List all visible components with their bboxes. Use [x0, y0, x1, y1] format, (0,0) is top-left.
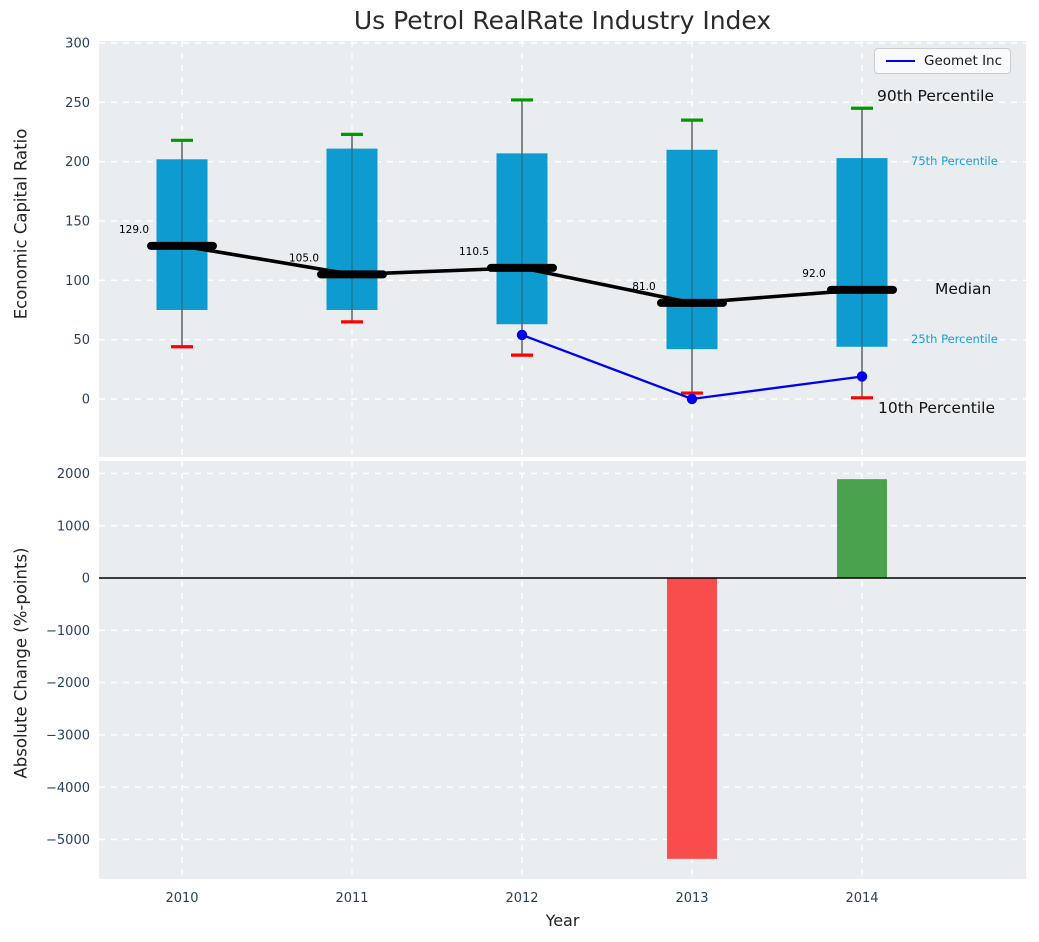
annotation-90th-percentile: 90th Percentile [877, 87, 994, 105]
x-tick-label: 2014 [845, 891, 878, 906]
x-axis-label: Year [99, 911, 1026, 930]
x-tick-label: 2013 [675, 891, 708, 906]
annotation-75th-percentile: 75th Percentile [911, 154, 998, 168]
bar [667, 578, 717, 859]
y-tick-label: −3000 [46, 728, 90, 743]
median-value-label: 92.0 [802, 268, 825, 280]
y-tick-label: 0 [82, 393, 90, 408]
y-tick-label: 0 [82, 572, 90, 587]
x-tick-label: 2011 [335, 891, 368, 906]
median-value-label: 110.5 [459, 246, 489, 258]
y-tick-label: 1000 [57, 519, 90, 534]
figure: 300 250 200 150 100 50 0 2000 1000 0 −1000 −2000 −30… [0, 0, 1039, 942]
bottom-y-axis-label: Absolute Change (%-points) [12, 548, 31, 779]
legend-label: Geomet Inc [924, 53, 1002, 69]
y-tick-label: 100 [65, 274, 90, 289]
y-tick-label: −5000 [46, 833, 90, 848]
y-tick-label: 2000 [57, 467, 90, 482]
median-value-label: 129.0 [119, 224, 149, 236]
y-tick-label: 50 [73, 333, 90, 348]
x-tick-label: 2010 [165, 891, 198, 906]
median-value-label: 81.0 [632, 281, 655, 293]
annotation-10th-percentile: 10th Percentile [878, 399, 995, 417]
legend-line-sample [886, 60, 915, 62]
y-tick-label: 200 [65, 155, 90, 170]
annotation-25th-percentile: 25th Percentile [911, 332, 998, 346]
legend: Geomet Inc [874, 48, 1011, 74]
y-tick-label: 300 [65, 37, 90, 52]
annotation-median: Median [935, 280, 991, 298]
y-tick-label: −2000 [46, 676, 90, 691]
y-tick-label: −4000 [46, 781, 90, 796]
y-tick-label: 150 [65, 215, 90, 230]
series-point [517, 330, 527, 340]
series-point [857, 371, 867, 381]
x-tick-label: 2012 [505, 891, 538, 906]
top-y-axis-label: Economic Capital Ratio [12, 129, 31, 320]
chart-title: Us Petrol RealRate Industry Index [99, 6, 1026, 35]
y-tick-label: −1000 [46, 624, 90, 639]
median-value-label: 105.0 [289, 252, 319, 264]
series-point [687, 394, 697, 404]
bar [837, 479, 887, 578]
y-tick-label: 250 [65, 96, 90, 111]
chart-canvas: 300 250 200 150 100 50 0 2000 1000 0 −1000 −2000 −30… [0, 0, 1039, 942]
